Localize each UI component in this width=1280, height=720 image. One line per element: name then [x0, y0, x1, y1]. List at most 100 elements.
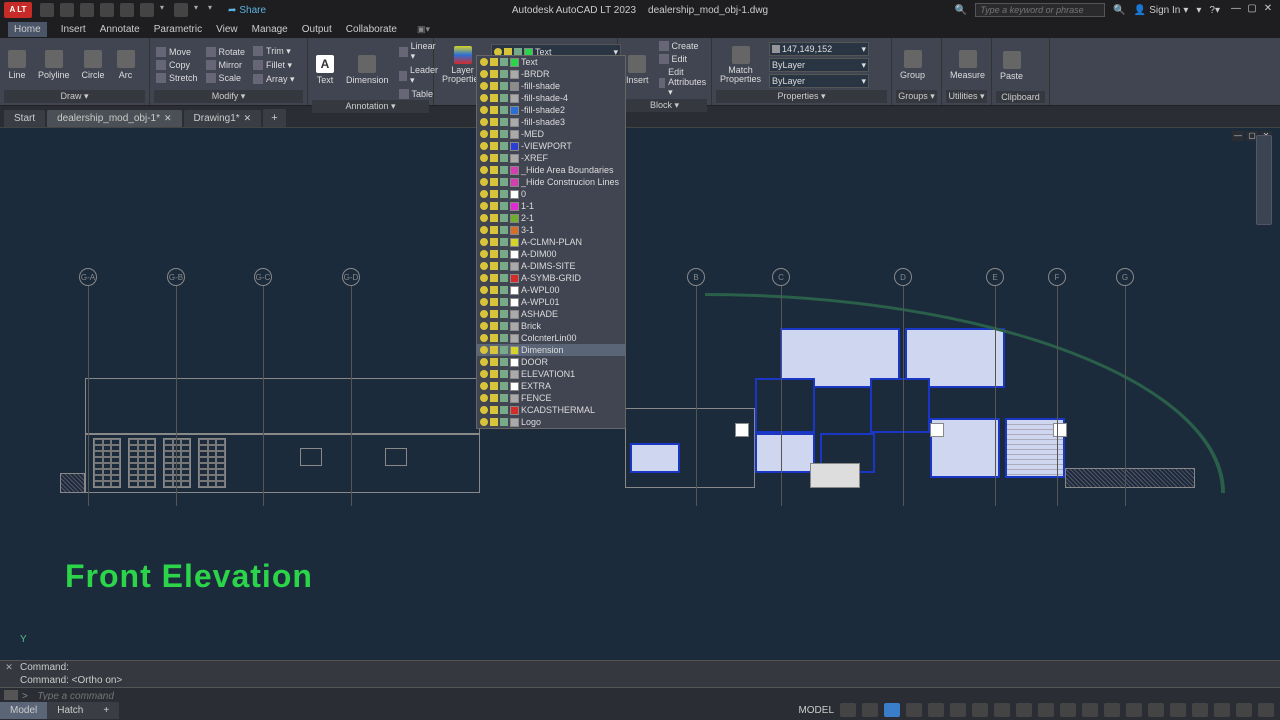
filetab-start[interactable]: Start	[4, 110, 45, 127]
qat-saveas-icon[interactable]	[100, 3, 114, 17]
layer-row[interactable]: Brick	[477, 320, 625, 332]
tab-parametric[interactable]: Parametric	[154, 24, 202, 35]
window-minimize-button[interactable]: —	[1228, 3, 1244, 17]
filetab-dealership[interactable]: dealership_mod_obj-1*✕	[47, 110, 181, 127]
layer-list-dropdown[interactable]: Text-BRDR-fill-shade-fill-shade-4 -fill-s…	[476, 55, 626, 429]
exchange-icon[interactable]: ▾	[1196, 5, 1201, 16]
tab-manage[interactable]: Manage	[252, 24, 288, 35]
search-input[interactable]	[975, 3, 1105, 17]
layer-row[interactable]: DOOR	[477, 356, 625, 368]
layer-row[interactable]: -BRDR	[477, 68, 625, 80]
search-icon[interactable]: 🔍	[955, 5, 967, 16]
search-go-icon[interactable]: 🔍	[1113, 5, 1125, 16]
qat-save-icon[interactable]	[80, 3, 94, 17]
layer-row[interactable]: -fill-shade-4	[477, 92, 625, 104]
qat-redo-icon[interactable]	[174, 3, 188, 17]
app-icon[interactable]: A LT	[4, 2, 32, 18]
layer-row[interactable]: ELEVATION1	[477, 368, 625, 380]
layer-row[interactable]: Logo	[477, 416, 625, 428]
tab-collaborate[interactable]: Collaborate	[346, 24, 397, 35]
text-button[interactable]: AText	[312, 40, 338, 100]
window-close-button[interactable]: ✕	[1260, 3, 1276, 17]
layer-row[interactable]: A-WPL00	[477, 284, 625, 296]
layer-row[interactable]: KCADSTHERMAL	[477, 404, 625, 416]
qat-new-icon[interactable]	[40, 3, 54, 17]
layer-row[interactable]: -MED	[477, 128, 625, 140]
qat-undo-icon[interactable]	[140, 3, 154, 17]
close-icon[interactable]: ✕	[244, 113, 252, 124]
status-ortho-icon[interactable]	[884, 703, 900, 717]
qat-redo-dropdown-icon[interactable]: ▾	[194, 3, 202, 17]
cmdline-close-icon[interactable]: ✕	[4, 662, 14, 672]
measure-button[interactable]: Measure	[946, 40, 989, 90]
layer-row[interactable]: EXTRA	[477, 380, 625, 392]
status-grid-icon[interactable]	[840, 703, 856, 717]
scale-button[interactable]: Scale	[204, 72, 248, 84]
layer-row[interactable]: FENCE	[477, 392, 625, 404]
tab-overflow-icon[interactable]: ▣▾	[417, 24, 430, 35]
layer-row[interactable]: Dimension	[477, 344, 625, 356]
move-button[interactable]: Move	[154, 46, 200, 58]
paste-button[interactable]: Paste	[996, 40, 1027, 91]
layer-row[interactable]: ColcnterLin00	[477, 332, 625, 344]
tab-insert[interactable]: Insert	[61, 24, 86, 35]
status-cycling-icon[interactable]	[1038, 703, 1054, 717]
window-maximize-button[interactable]: ▢	[1244, 3, 1260, 17]
status-workspace-icon[interactable]	[1082, 703, 1098, 717]
linetype-dropdown[interactable]: ByLayer▾	[769, 74, 869, 88]
qat-open-icon[interactable]	[60, 3, 74, 17]
layer-row[interactable]: -fill-shade3	[477, 116, 625, 128]
stretch-button[interactable]: Stretch	[154, 72, 200, 84]
create-button[interactable]: Create	[657, 40, 712, 52]
status-hardware-icon[interactable]	[1214, 703, 1230, 717]
dimension-button[interactable]: Dimension	[342, 40, 393, 100]
fillet-button[interactable]: Fillet ▾	[251, 59, 297, 72]
panel-block-label[interactable]: Block ▾	[622, 99, 707, 112]
group-button[interactable]: Group	[896, 40, 929, 90]
close-icon[interactable]: ✕	[164, 113, 172, 124]
help-icon[interactable]: ?▾	[1209, 5, 1220, 16]
layer-row[interactable]: _Hide Construcion Lines	[477, 176, 625, 188]
filetab-new[interactable]: +	[263, 109, 285, 127]
color-dropdown[interactable]: 147,149,152▾	[769, 42, 869, 56]
status-otrack-icon[interactable]	[972, 703, 988, 717]
layer-row[interactable]: -XREF	[477, 152, 625, 164]
status-osnap-icon[interactable]	[950, 703, 966, 717]
status-annomon-icon[interactable]	[1104, 703, 1120, 717]
trim-button[interactable]: Trim ▾	[251, 45, 297, 58]
layer-row[interactable]: A-WPL01	[477, 296, 625, 308]
layout-tab-add[interactable]: +	[93, 702, 119, 719]
edit-attributes-button[interactable]: Edit Attributes ▾	[657, 66, 712, 99]
status-units-icon[interactable]	[1126, 703, 1142, 717]
layer-row[interactable]: -fill-shade	[477, 80, 625, 92]
panel-utilities-label[interactable]: Utilities ▾	[946, 90, 987, 103]
layer-row[interactable]: Text	[477, 56, 625, 68]
tab-view[interactable]: View	[216, 24, 238, 35]
panel-modify-label[interactable]: Modify ▾	[154, 90, 303, 103]
vp-minimize-icon[interactable]: —	[1232, 131, 1244, 141]
status-model-button[interactable]: MODEL	[798, 705, 834, 716]
panel-draw-label[interactable]: Draw ▾	[4, 90, 145, 103]
status-transparency-icon[interactable]	[1016, 703, 1032, 717]
filetab-drawing1[interactable]: Drawing1*✕	[184, 110, 262, 127]
qat-plot-icon[interactable]	[120, 3, 134, 17]
panel-annotation-label[interactable]: Annotation ▾	[312, 100, 429, 113]
edit-button[interactable]: Edit	[657, 53, 712, 65]
panel-groups-label[interactable]: Groups ▾	[896, 90, 937, 103]
tab-annotate[interactable]: Annotate	[100, 24, 140, 35]
mirror-button[interactable]: Mirror	[204, 59, 248, 71]
layer-row[interactable]: ASHADE	[477, 308, 625, 320]
layer-row[interactable]: _Hide Area Boundaries	[477, 164, 625, 176]
layer-row[interactable]: A-DIM00	[477, 248, 625, 260]
circle-button[interactable]: Circle	[78, 40, 109, 90]
layer-row[interactable]: A-DIMS-SITE	[477, 260, 625, 272]
match-properties-button[interactable]: Match Properties	[716, 40, 765, 90]
tab-output[interactable]: Output	[302, 24, 332, 35]
status-annoscale-icon[interactable]	[1060, 703, 1076, 717]
drawing-canvas[interactable]: G-A G-B G-C G-D B C D E F G Front Elevat…	[0, 128, 1280, 660]
line-button[interactable]: Line	[4, 40, 30, 90]
status-customize-icon[interactable]	[1258, 703, 1274, 717]
status-quickprops-icon[interactable]	[1148, 703, 1164, 717]
tab-home[interactable]: Home	[8, 22, 47, 37]
status-polar-icon[interactable]	[906, 703, 922, 717]
